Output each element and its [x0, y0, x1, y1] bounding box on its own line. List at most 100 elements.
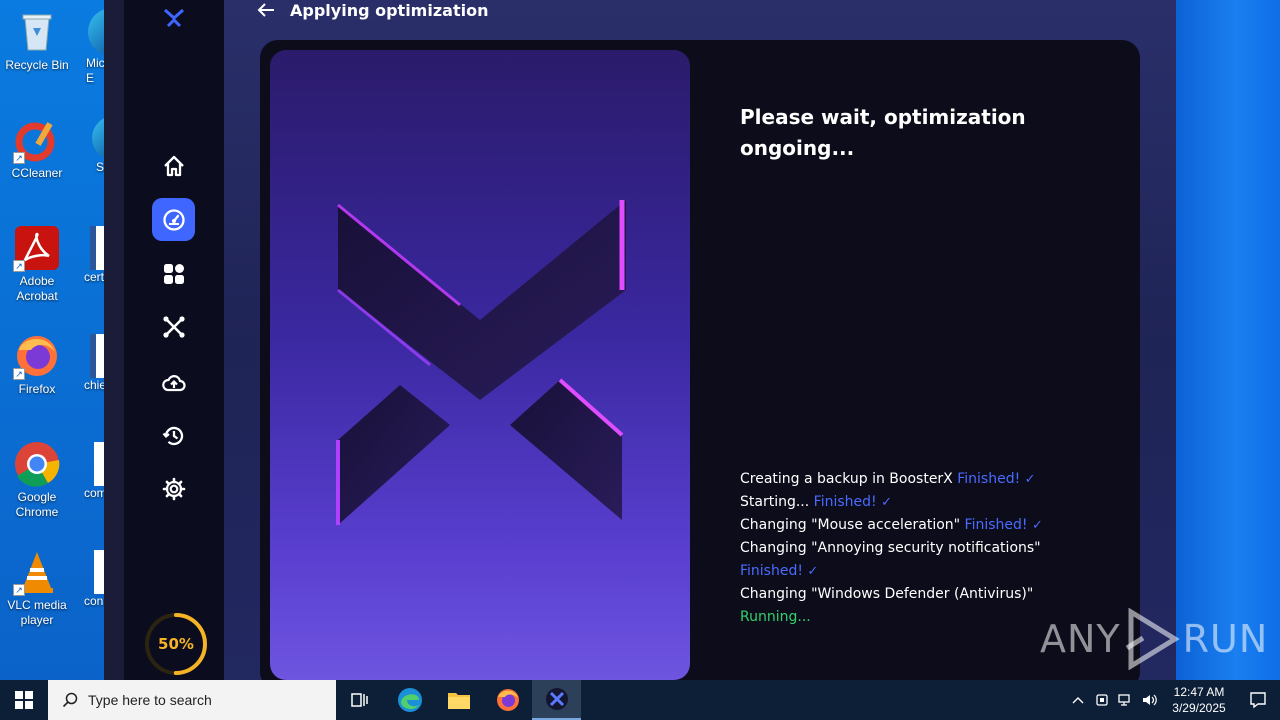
shortcut-arrow-icon: ↗	[13, 368, 25, 380]
desktop-icon-label: Adobe Acrobat	[16, 274, 58, 303]
log-entry-text: Changing "Annoying security notification…	[740, 540, 1041, 556]
log-entry: Changing "Mouse acceleration" Finished! …	[740, 514, 1070, 537]
checkmark-icon: ✓	[881, 495, 892, 510]
file-explorer-icon	[447, 693, 470, 709]
windows-logo-icon	[15, 691, 33, 709]
settings-icon	[162, 477, 185, 500]
log-entry-status: Finished!	[813, 494, 877, 510]
cloud-upload-icon	[161, 374, 186, 391]
log-entry-text: Changing "Mouse acceleration"	[740, 517, 961, 533]
tray-device-button[interactable]	[1090, 680, 1114, 720]
log-entry-status: Running...	[740, 609, 811, 625]
firefox-icon	[496, 689, 519, 711]
log-entry-text: Starting...	[740, 494, 810, 510]
taskbar-clock[interactable]: 12:47 AM 3/29/2025	[1166, 684, 1232, 716]
desktop-icon-google-chrome[interactable]: Google Chrome	[1, 440, 73, 520]
boosterx-icon	[545, 688, 568, 710]
taskbar-boosterx[interactable]	[532, 680, 581, 720]
task-view-button[interactable]	[336, 680, 385, 720]
log-entry: Changing "Annoying security notification…	[740, 537, 1070, 583]
system-tray: 12:47 AM 3/29/2025	[1066, 680, 1280, 720]
log-entry-text: Creating a backup in BoosterX	[740, 471, 953, 487]
tools-icon	[162, 315, 185, 338]
log-entry: Changing "Windows Defender (Antivirus)" …	[740, 583, 1070, 629]
page-header: Applying optimization	[256, 0, 488, 20]
device-icon	[1096, 694, 1108, 706]
speedometer-icon	[162, 208, 185, 231]
desktop-icon-label: Firefox	[18, 382, 56, 396]
search-icon	[62, 692, 78, 708]
desktop-icon-ccleaner[interactable]: ↗ CCleaner	[1, 116, 73, 181]
clock-date: 3/29/2025	[1172, 701, 1226, 715]
taskbar-firefox[interactable]	[483, 680, 532, 720]
shortcut-arrow-icon: ↗	[13, 584, 25, 596]
play-logo-icon	[1125, 608, 1180, 670]
back-arrow-icon[interactable]	[256, 0, 276, 20]
chrome-icon	[13, 440, 61, 488]
page-title: Applying optimization	[290, 0, 489, 20]
hero-image	[270, 50, 690, 680]
shortcut-arrow-icon: ↗	[13, 260, 25, 272]
desktop-icon-label: VLC media player	[7, 598, 67, 627]
tray-volume-button[interactable]	[1138, 680, 1162, 720]
firefox-icon: ↗	[13, 332, 61, 380]
boosterx-window: 50% Applying optimization Please wait, o…	[104, 0, 1176, 690]
sidebar-item-cloud[interactable]	[152, 361, 195, 404]
progress-percent: 50%	[158, 635, 194, 653]
sidebar-item-apps[interactable]	[152, 252, 195, 295]
log-entry-status: Finished!	[964, 517, 1028, 533]
anyrun-watermark: ANY RUN	[1040, 608, 1268, 670]
chevron-up-icon	[1072, 697, 1084, 704]
log-entry: Starting... Finished! ✓	[740, 491, 1070, 514]
watermark-text-right: RUN	[1182, 617, 1269, 661]
show-hidden-icons-button[interactable]	[1066, 680, 1090, 720]
sidebar-item-optimize[interactable]	[152, 198, 195, 241]
desktop-icon-label: CCleaner	[11, 166, 63, 180]
sidebar-item-home[interactable]	[152, 144, 195, 187]
apps-grid-icon	[163, 263, 184, 284]
taskbar: Type here to search 12:47 AM 3/29/2025	[0, 680, 1280, 720]
desktop-icon-vlc[interactable]: ↗ VLC media player	[1, 548, 73, 628]
home-icon	[163, 155, 184, 176]
edge-icon	[397, 688, 422, 712]
log-entry: Creating a backup in BoosterX Finished! …	[740, 468, 1070, 491]
search-placeholder: Type here to search	[88, 692, 212, 708]
action-center-button[interactable]	[1236, 680, 1280, 720]
desktop-icon-firefox[interactable]: ↗ Firefox	[1, 332, 73, 397]
log-entry-status: Finished!	[740, 563, 803, 579]
start-button[interactable]	[0, 680, 48, 720]
sidebar-item-settings[interactable]	[152, 467, 195, 510]
ccleaner-icon: ↗	[13, 116, 61, 164]
checkmark-icon: ✓	[1024, 472, 1036, 487]
network-icon	[1118, 694, 1130, 706]
boosterx-x-logo-icon	[336, 200, 626, 525]
checkmark-icon: ✓	[1031, 518, 1043, 533]
log-entry-status: Finished!	[957, 471, 1021, 487]
boosterx-logo-icon	[164, 8, 184, 28]
volume-icon	[1143, 694, 1157, 706]
taskbar-search-box[interactable]: Type here to search	[48, 680, 336, 720]
task-view-icon	[350, 693, 368, 707]
desktop-icon-label: Google Chrome	[15, 490, 59, 519]
checkmark-icon: ✓	[807, 564, 819, 579]
sidebar-item-history[interactable]	[152, 414, 195, 457]
sidebar-item-tools[interactable]	[152, 305, 195, 348]
watermark-text-left: ANY	[1040, 617, 1121, 661]
taskbar-file-explorer[interactable]	[434, 680, 483, 720]
shortcut-arrow-icon: ↗	[13, 152, 25, 164]
tray-network-button[interactable]	[1114, 680, 1138, 720]
notification-icon	[1250, 692, 1266, 709]
clock-time: 12:47 AM	[1173, 685, 1225, 699]
taskbar-edge[interactable]	[385, 680, 434, 720]
window-left-rail	[104, 0, 124, 680]
desktop-icon-label: Recycle Bin	[5, 58, 69, 72]
history-icon	[162, 426, 183, 445]
optimization-log: Creating a backup in BoosterX Finished! …	[740, 468, 1070, 629]
log-entry-text: Changing "Windows Defender (Antivirus)"	[740, 586, 1034, 602]
desktop-icon-adobe-acrobat[interactable]: ↗ Adobe Acrobat	[1, 224, 73, 304]
sidebar: 50%	[124, 0, 224, 680]
recycle-bin-icon	[13, 8, 61, 56]
desktop-icon-recycle-bin[interactable]: Recycle Bin	[1, 8, 73, 73]
vlc-icon: ↗	[13, 548, 61, 596]
adobe-acrobat-icon: ↗	[13, 224, 61, 272]
